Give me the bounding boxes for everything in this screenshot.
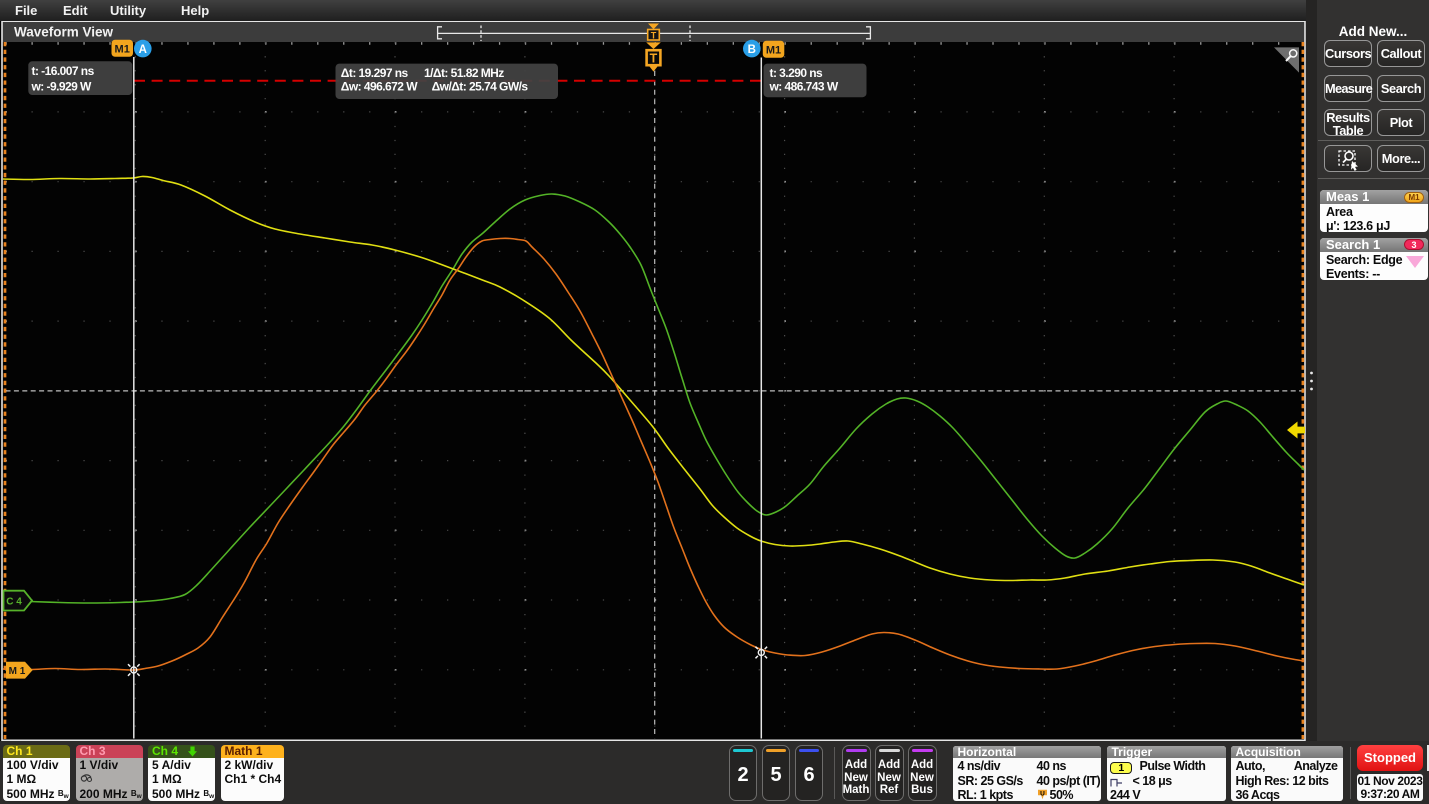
svg-text:T: T — [650, 52, 658, 66]
svg-text:w: -9.929 W: w: -9.929 W — [31, 80, 93, 94]
svg-text:1/Δt: 51.82 MHz: 1/Δt: 51.82 MHz — [424, 66, 504, 80]
svg-text:w: 486.743 W: w: 486.743 W — [769, 79, 839, 93]
svg-text:Δw: 496.672 W: Δw: 496.672 W — [341, 80, 418, 94]
svg-text:t: -16.007 ns: t: -16.007 ns — [32, 64, 95, 78]
svg-text:A: A — [139, 44, 147, 56]
svg-text:M 1: M 1 — [9, 666, 26, 677]
svg-text:Waveform View: Waveform View — [14, 25, 114, 40]
svg-text:B: B — [748, 44, 756, 56]
svg-text:M1: M1 — [766, 44, 781, 56]
svg-text:T: T — [651, 30, 657, 40]
svg-text:U: U — [1040, 790, 1045, 797]
svg-text:C 4: C 4 — [6, 597, 22, 608]
svg-text:Δw/Δt: 25.74 GW/s: Δw/Δt: 25.74 GW/s — [432, 80, 529, 94]
svg-text:t: 3.290 ns: t: 3.290 ns — [770, 66, 824, 80]
svg-text:M1: M1 — [115, 43, 130, 55]
svg-text:Δt: 19.297 ns: Δt: 19.297 ns — [341, 66, 409, 80]
